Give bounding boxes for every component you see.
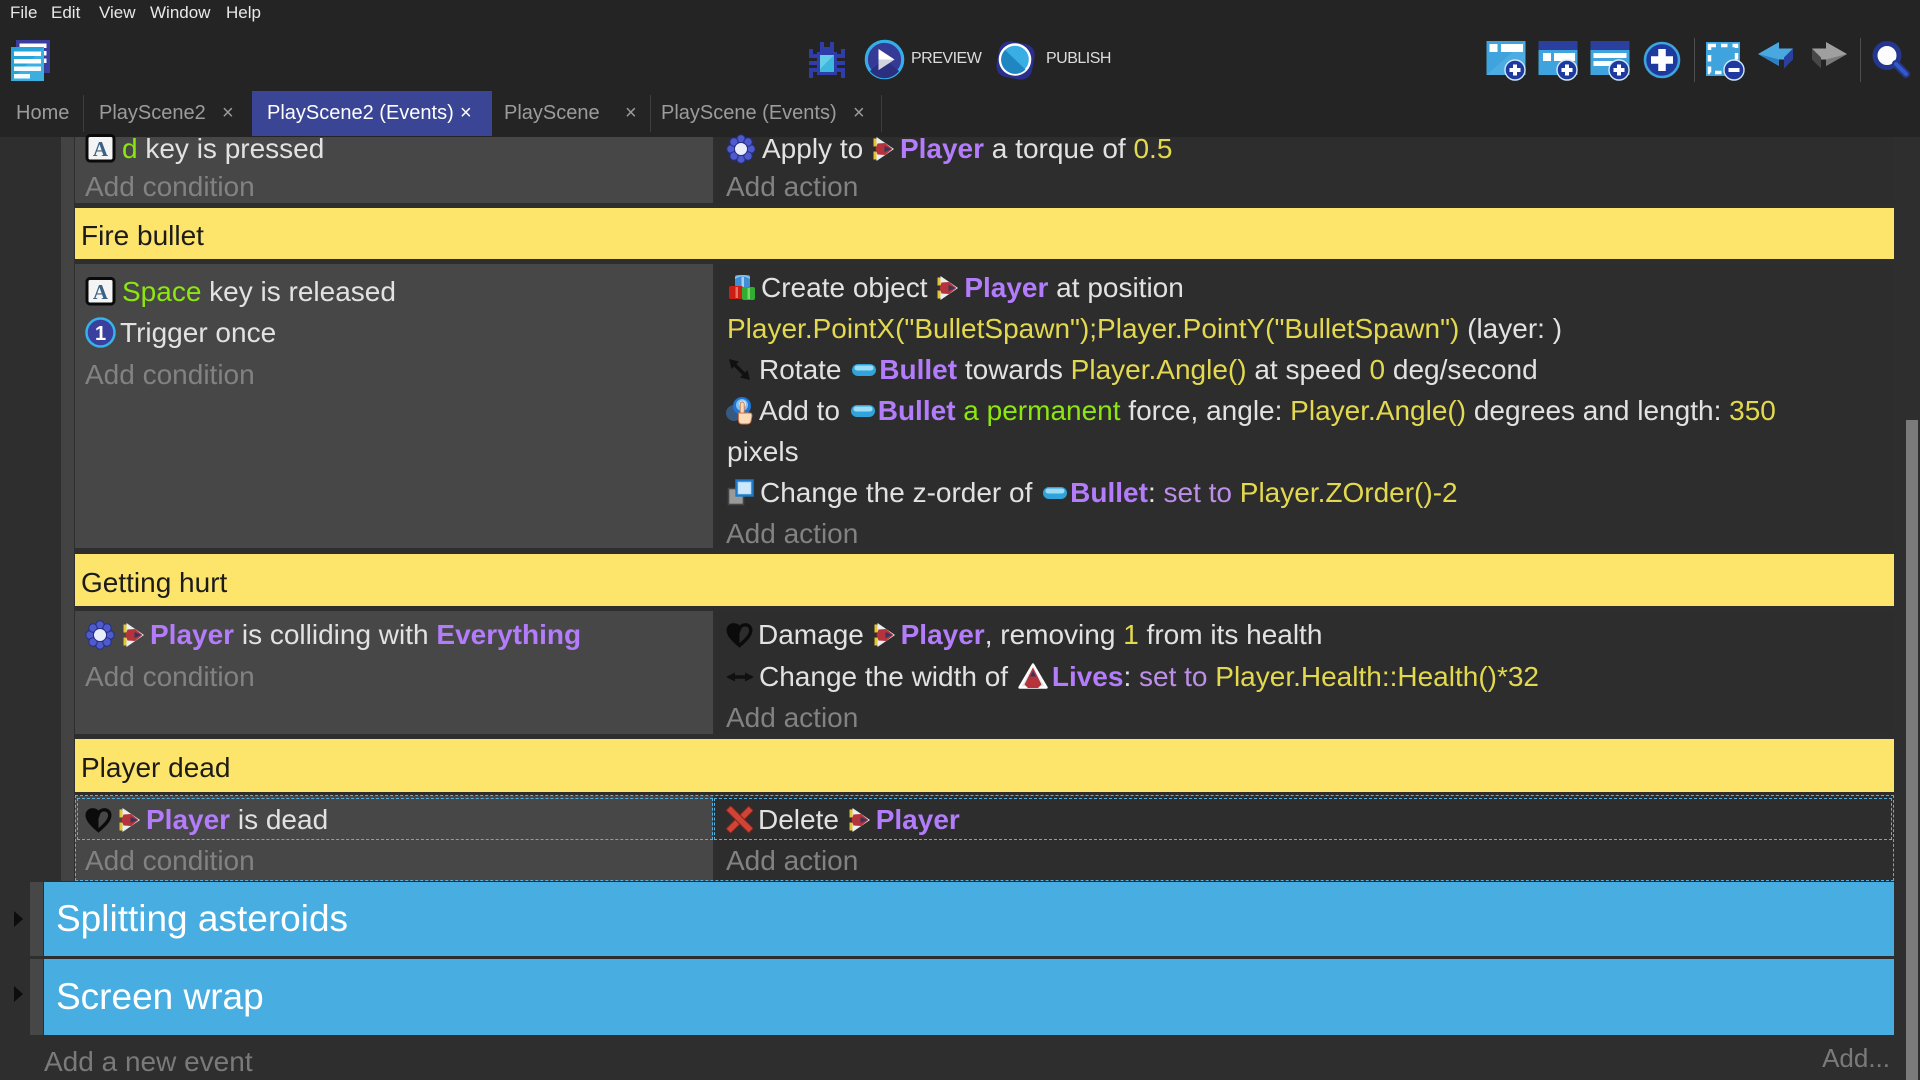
- svg-text:1: 1: [95, 323, 106, 345]
- svg-text:A: A: [93, 280, 109, 304]
- svg-text:A: A: [93, 137, 109, 161]
